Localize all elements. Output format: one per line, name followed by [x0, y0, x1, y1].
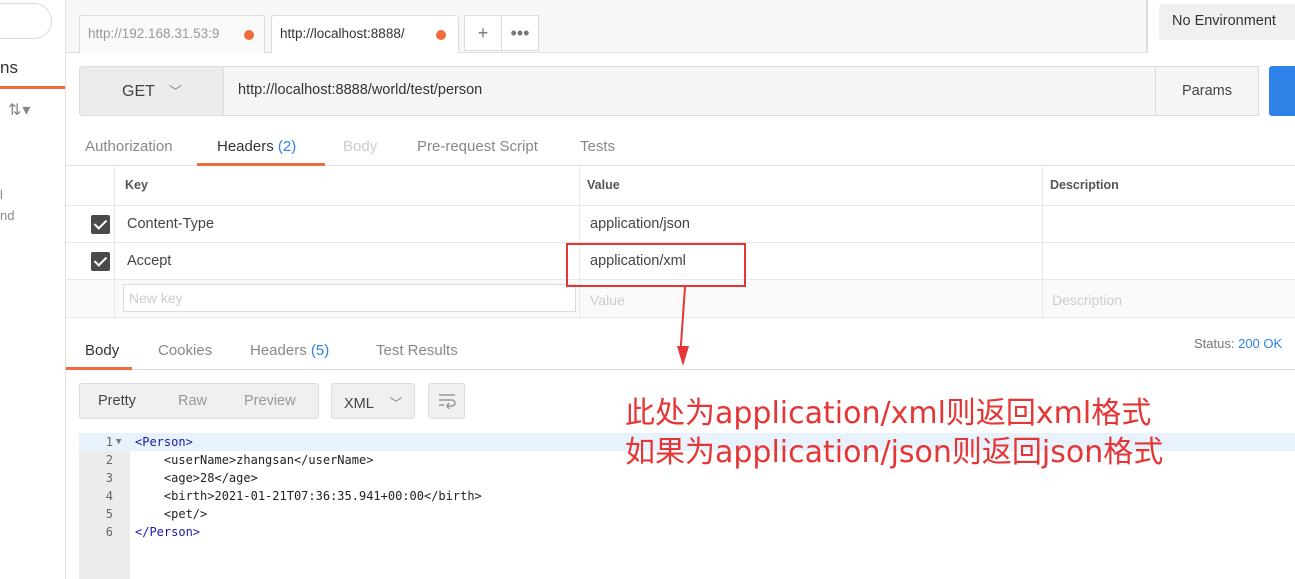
row-enabled-checkbox[interactable] [91, 252, 110, 271]
response-headers-count: (5) [310, 342, 330, 359]
more-tabs-icon[interactable]: ••• [501, 15, 539, 51]
request-tab-label: http://localhost:8888/ [280, 26, 405, 41]
params-button[interactable]: Params [1155, 66, 1259, 116]
request-options-tabs: Authorization Headers (2) Body Pre-reque… [66, 128, 1295, 166]
send-button[interactable] [1269, 66, 1295, 116]
tab-body[interactable]: Body [343, 138, 377, 155]
tab-authorization[interactable]: Authorization [85, 138, 173, 155]
view-raw-button[interactable]: Raw [178, 393, 207, 409]
sidebar-text: l [0, 187, 3, 202]
sort-icon[interactable]: ⇅▾ [8, 100, 31, 120]
url-input[interactable]: http://localhost:8888/world/test/person [223, 66, 1156, 116]
divider [114, 166, 115, 318]
divider [579, 166, 580, 318]
new-value-input[interactable]: Value [590, 292, 625, 308]
row-enabled-checkbox[interactable] [91, 215, 110, 234]
chevron-down-icon: ﹀ [168, 84, 182, 99]
code-text: </Person> [135, 525, 201, 539]
tab-headers[interactable]: Headers (2) [217, 138, 296, 155]
line-number: 1 [105, 435, 113, 449]
code-line: 6 </Person> [79, 523, 1295, 541]
code-text: <age>28</age> [135, 471, 258, 485]
line-number: 6 [105, 525, 113, 539]
sidebar-search-input[interactable] [0, 3, 52, 39]
request-tab-label: http://192.168.31.53:9 [88, 26, 220, 41]
tab-cookies[interactable]: Cookies [158, 342, 212, 359]
wrap-lines-icon[interactable] [428, 383, 465, 419]
request-tab-active[interactable]: http://localhost:8888/ [271, 15, 459, 53]
tab-response-headers-label: Headers [250, 342, 307, 359]
body-view-toggle: Pretty Raw Preview [79, 383, 319, 419]
annotation-text: 如果为application/json则返回json格式 [625, 435, 1164, 470]
status-label: Status: [1194, 336, 1235, 351]
line-number: 3 [105, 471, 113, 485]
tab-prerequest-script[interactable]: Pre-request Script [417, 138, 538, 155]
fold-arrow-icon[interactable]: ▼ [116, 433, 121, 451]
sidebar-tab-collections[interactable]: ns [0, 58, 18, 78]
tab-tests[interactable]: Tests [580, 138, 615, 155]
annotation-highlight-box [566, 243, 746, 287]
view-pretty-button[interactable]: Pretty [98, 393, 136, 409]
chevron-down-icon: ﹀ [389, 396, 403, 411]
sidebar-tab-underline [0, 86, 65, 89]
method-select[interactable]: GET ﹀ [79, 66, 224, 116]
code-line: 5 <pet/> [79, 505, 1295, 523]
headers-count-badge: (2) [277, 138, 297, 155]
request-tab[interactable]: http://192.168.31.53:9 [79, 15, 265, 53]
view-preview-button[interactable]: Preview [244, 393, 296, 409]
environment-select[interactable]: No Environment [1159, 4, 1295, 40]
divider [1042, 166, 1043, 318]
code-line: 3 <age>28</age> [79, 469, 1295, 487]
annotation-arrow-head [677, 346, 689, 366]
header-key[interactable]: Accept [127, 253, 171, 269]
method-label: GET [122, 83, 155, 100]
sidebar-text: nd [0, 208, 15, 223]
new-description-input[interactable]: Description [1052, 292, 1122, 308]
response-status: Status: 200 OK [1194, 336, 1282, 351]
table-row: Content-Type application/json [66, 206, 1295, 243]
code-line: 4 <birth>2021-01-21T07:36:35.941+00:00</… [79, 487, 1295, 505]
tab-headers-label: Headers [217, 138, 274, 155]
code-text: <pet/> [135, 507, 208, 521]
sidebar: ns ⇅▾ l nd [0, 0, 66, 579]
code-text: <userName>zhangsan</userName> [135, 453, 374, 467]
line-number: 4 [105, 489, 113, 503]
new-key-input[interactable]: New key [123, 284, 576, 312]
tab-response-headers[interactable]: Headers (5) [250, 342, 329, 359]
unsaved-dot-icon [244, 30, 254, 40]
column-description: Description [1050, 178, 1119, 192]
tab-response-body[interactable]: Body [85, 342, 119, 359]
tab-test-results[interactable]: Test Results [376, 342, 458, 359]
line-number: 5 [105, 507, 113, 521]
code-text: <birth>2021-01-21T07:36:35.941+00:00</bi… [135, 489, 482, 503]
table-header-row: Key Value Description [66, 166, 1295, 206]
column-value: Value [587, 178, 620, 192]
active-tab-underline [66, 367, 132, 370]
divider [1146, 0, 1148, 53]
format-select[interactable]: XML ﹀ [331, 383, 415, 419]
new-tab-plus-icon[interactable]: + [464, 15, 502, 51]
unsaved-dot-icon [436, 30, 446, 40]
code-text: <Person> [135, 435, 193, 449]
line-number: 2 [105, 453, 113, 467]
format-label: XML [344, 396, 374, 412]
header-key[interactable]: Content-Type [127, 216, 214, 232]
status-value: 200 OK [1238, 336, 1283, 351]
annotation-text: 此处为application/xml则返回xml格式 [625, 396, 1152, 431]
column-key: Key [125, 178, 148, 192]
header-value[interactable]: application/json [590, 216, 690, 232]
